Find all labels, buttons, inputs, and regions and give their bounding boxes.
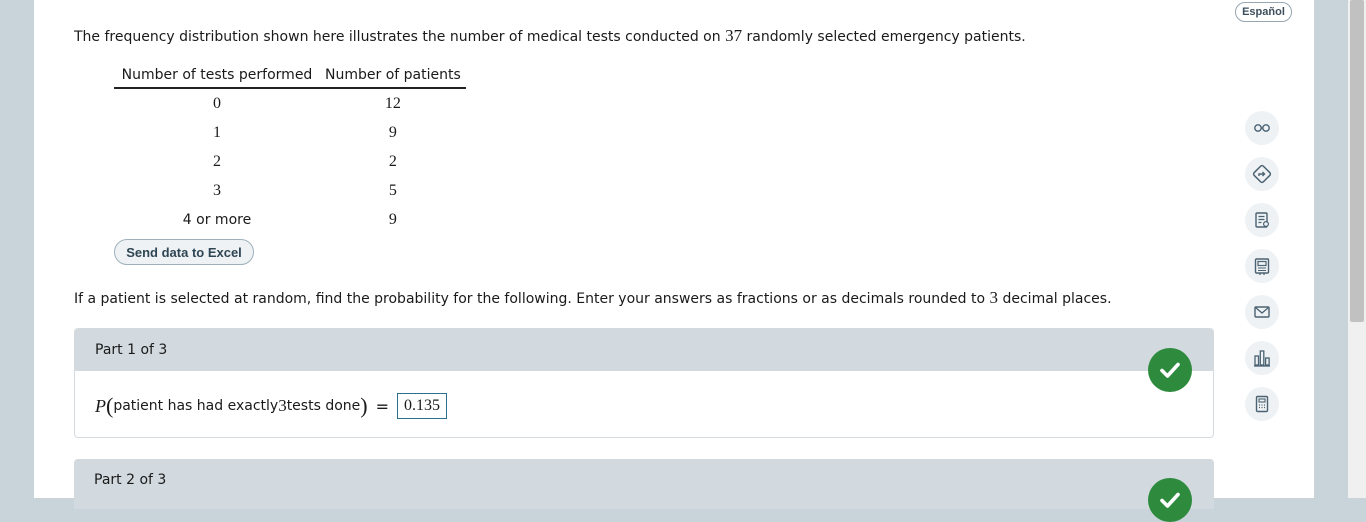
open-paren: ( xyxy=(106,393,114,418)
bar-chart-icon[interactable] xyxy=(1245,341,1279,375)
table-row: 1 9 xyxy=(114,118,466,147)
header-tests: Number of tests performed xyxy=(114,62,320,89)
table-row: 0 12 xyxy=(114,88,466,118)
scrollbar-thumb[interactable] xyxy=(1350,0,1364,322)
table-row: 2 2 xyxy=(114,147,466,176)
send-to-excel-button[interactable]: Send data to Excel xyxy=(114,239,254,265)
header-patients: Number of patients xyxy=(320,62,466,89)
calculator-icon[interactable] xyxy=(1245,387,1279,421)
part-1-header: Part 1 of 3 xyxy=(75,329,1213,371)
equals-sign: = xyxy=(375,396,389,416)
tests-cell: 2 xyxy=(213,152,221,170)
tests-cell: 1 xyxy=(213,123,221,141)
check-icon xyxy=(1148,348,1192,392)
part-2-header: Part 2 of 3 xyxy=(74,459,1214,509)
table-row: 3 5 xyxy=(114,176,466,205)
patients-cell: 2 xyxy=(388,152,397,170)
intro-text: The frequency distribution shown here il… xyxy=(74,26,1026,45)
patients-cell: 12 xyxy=(384,94,401,112)
frequency-table: Number of tests performed Number of pati… xyxy=(114,62,466,234)
patients-cell: 9 xyxy=(388,123,397,141)
espanol-button[interactable]: Español xyxy=(1235,2,1292,22)
mail-icon[interactable] xyxy=(1245,295,1279,329)
tests-cell: 0 xyxy=(213,94,221,112)
part-2-label: Part 2 of 3 xyxy=(94,472,167,488)
glasses-icon[interactable] xyxy=(1245,111,1279,145)
tests-cell: 4 or more xyxy=(182,211,252,228)
close-paren: ) xyxy=(360,393,368,418)
answer-input[interactable]: 0.135 xyxy=(397,393,447,419)
part-1-card: Part 1 of 3 P ( patient has had exactly … xyxy=(74,328,1214,438)
part-1-question: P ( patient has had exactly 3 tests done… xyxy=(95,393,447,419)
probability-symbol: P xyxy=(95,395,106,416)
patients-cell: 5 xyxy=(388,181,397,199)
instructions-text: If a patient is selected at random, find… xyxy=(74,288,1112,307)
calculator-board-icon[interactable] xyxy=(1245,249,1279,283)
part-1-label: Part 1 of 3 xyxy=(95,342,168,358)
notes-icon[interactable] xyxy=(1245,203,1279,237)
check-icon xyxy=(1148,478,1192,522)
directions-icon[interactable] xyxy=(1245,157,1279,191)
patients-cell: 9 xyxy=(388,210,397,228)
table-row: 4 or more 9 xyxy=(114,205,466,234)
tests-cell: 3 xyxy=(213,181,221,199)
